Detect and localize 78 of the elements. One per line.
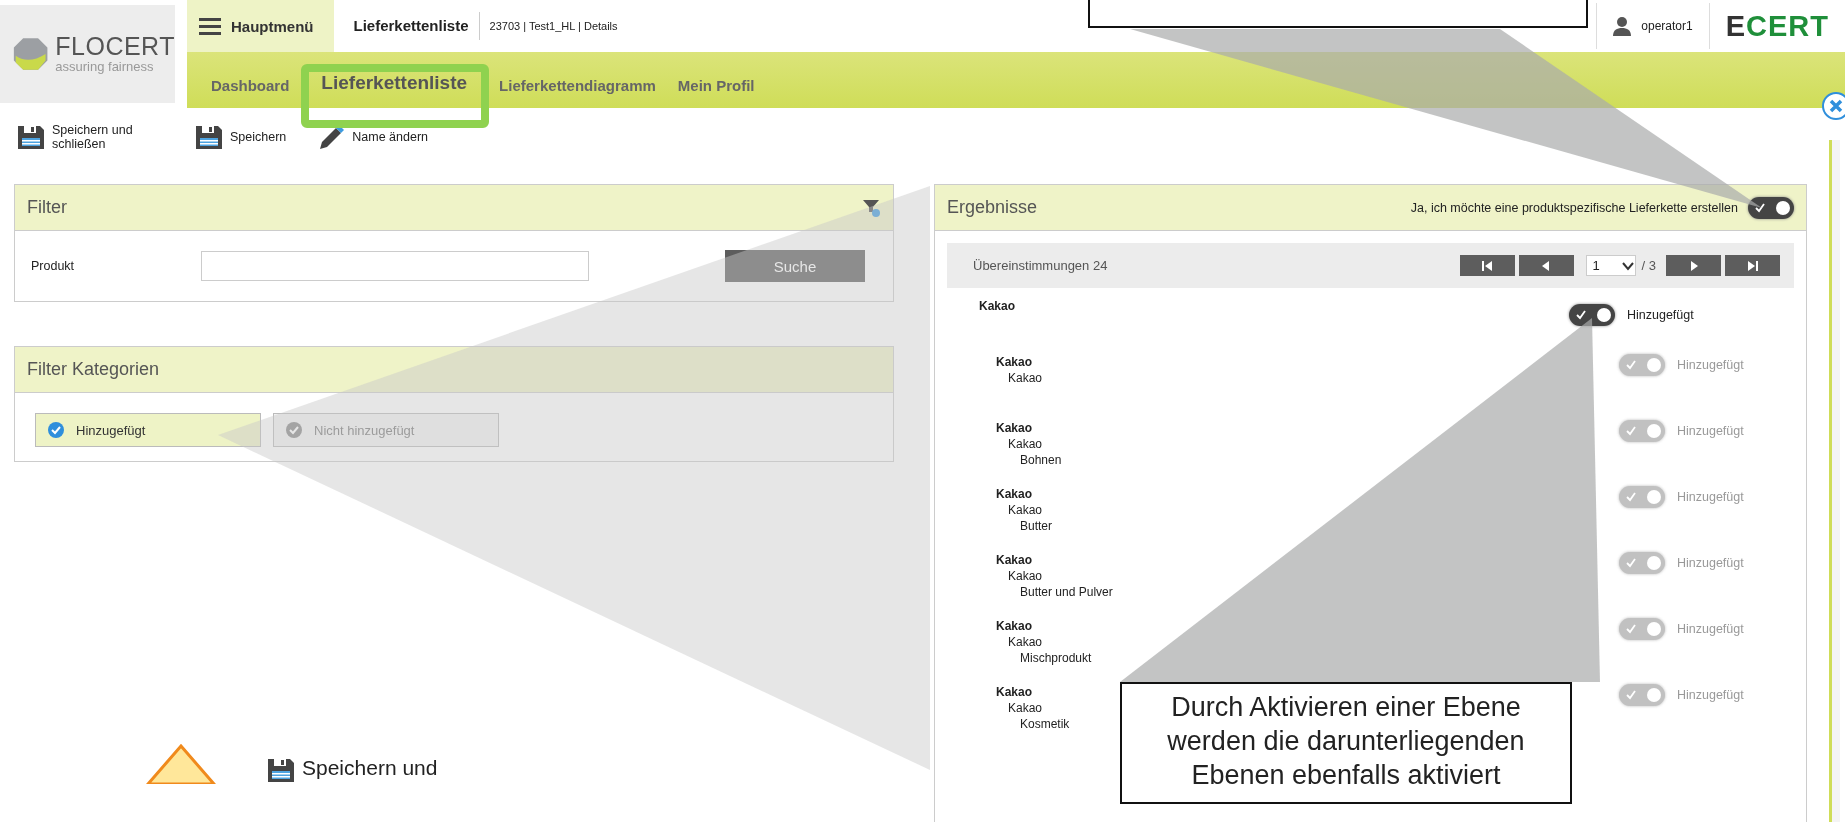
check-circle-icon: [286, 422, 302, 438]
check-icon: [1626, 624, 1636, 634]
save-icon: [16, 123, 46, 151]
toggle-switch[interactable]: [1748, 196, 1794, 219]
product-path-text: Kakao: [996, 618, 1033, 634]
last-page-icon: [1745, 258, 1760, 273]
nav-tab[interactable]: Lieferkettenliste: [321, 72, 468, 108]
status-label: Hinzugefügt: [1677, 687, 1744, 704]
product-input[interactable]: [201, 251, 589, 281]
page-title: Lieferkettenliste: [333, 12, 480, 40]
check-icon: [1626, 360, 1636, 370]
product-path-text: Kakao: [1007, 370, 1043, 386]
main-menu-button[interactable]: Hauptmenü: [187, 0, 334, 52]
nav-tab[interactable]: Lieferkettendiagramm: [499, 77, 656, 108]
product-path-text: Butter und Pulver: [1019, 584, 1113, 600]
check-icon: [1626, 558, 1636, 568]
nav-tab[interactable]: Dashboard: [211, 77, 290, 108]
product-path-text: Kakao: [996, 684, 1033, 700]
brand-logo: ECERT: [1724, 9, 1830, 43]
toggle-switch[interactable]: [1569, 304, 1615, 326]
logo-tagline: assuring fairness: [55, 59, 155, 74]
status-label: Hinzugefügt: [1627, 307, 1694, 324]
panel-title: Ergebnisse: [947, 197, 1038, 218]
check-icon: [1626, 690, 1636, 700]
product-path-text: Bohnen: [1019, 452, 1062, 468]
check-icon: [1576, 310, 1586, 320]
product-path-text: Kakao: [996, 420, 1033, 436]
save-button[interactable]: Speichern: [194, 123, 287, 151]
check-icon: [1626, 426, 1636, 436]
panel-title: Filter: [27, 197, 67, 218]
menu-icon: [199, 17, 221, 35]
save-icon: [194, 123, 224, 151]
product-path-text: Kakao: [1007, 502, 1043, 518]
breadcrumb: 23703 | Test1_HL | Details: [488, 20, 618, 32]
nav-tab[interactable]: Mein Profil: [677, 77, 755, 108]
check-icon: [1755, 202, 1765, 213]
status-label: Hinzugefügt: [1677, 621, 1744, 638]
user-icon: [1613, 16, 1632, 36]
panel-title: Filter Kategorien: [27, 359, 160, 380]
first-page-icon: [1480, 258, 1495, 273]
product-path-text: Butter: [1019, 518, 1052, 534]
status-label: Hinzugefügt: [1677, 555, 1744, 572]
close-button[interactable]: [1822, 92, 1845, 120]
note-label: Speichern und: [302, 756, 438, 781]
product-path-text: Kosmetik: [1019, 716, 1070, 732]
status-label: Hinzugefügt: [1677, 423, 1744, 440]
pager-button[interactable]: [1725, 255, 1780, 276]
match-count: Übereinstimmungen 24: [973, 258, 1108, 273]
filter-icon: [863, 198, 881, 217]
check-icon: [1626, 492, 1636, 502]
category-chip[interactable]: Hinzugefügt: [35, 413, 261, 447]
product-path-text: Kakao: [1007, 568, 1043, 584]
status-label: Hinzugefügt: [1677, 357, 1744, 374]
product-path-text: Kakao: [1007, 436, 1043, 452]
pager-button[interactable]: [1459, 255, 1515, 276]
callout-text: Durch Aktivieren einer Ebene werden die darunterliegenden Ebenen ebenfalls aktiviert: [1120, 682, 1572, 804]
save-button[interactable]: Speichern und schließen: [16, 123, 144, 151]
warning-icon: [146, 744, 216, 784]
page-select[interactable]: 1: [1585, 255, 1636, 276]
page-total: / 3: [1641, 258, 1656, 273]
product-path-text: Kakao: [1007, 634, 1043, 650]
close-icon: [1828, 98, 1844, 114]
user-menu[interactable]: operator1: [1596, 3, 1710, 49]
pager-button[interactable]: [1666, 255, 1721, 276]
product-path-text: Kakao: [996, 486, 1033, 502]
product-path-text: Kakao: [996, 552, 1033, 568]
switch-label: Ja, ich möchte eine produktspezifische Lieferkette erstellen: [1410, 200, 1738, 215]
product-path-text: Kakao: [1007, 700, 1043, 716]
save-icon: [266, 756, 296, 784]
product-path-text: Kakao: [996, 354, 1033, 370]
logo-name: FLOCERT: [55, 34, 175, 59]
product-path-text: Kakao: [979, 298, 1016, 314]
field-label: Produkt: [31, 259, 76, 273]
status-label: Hinzugefügt: [1677, 489, 1744, 506]
product-path-text: Mischprodukt: [1019, 650, 1092, 666]
check-circle-icon: [48, 422, 64, 438]
rename-button[interactable]: Name ändern: [316, 123, 429, 151]
pager-button[interactable]: [1518, 255, 1574, 276]
